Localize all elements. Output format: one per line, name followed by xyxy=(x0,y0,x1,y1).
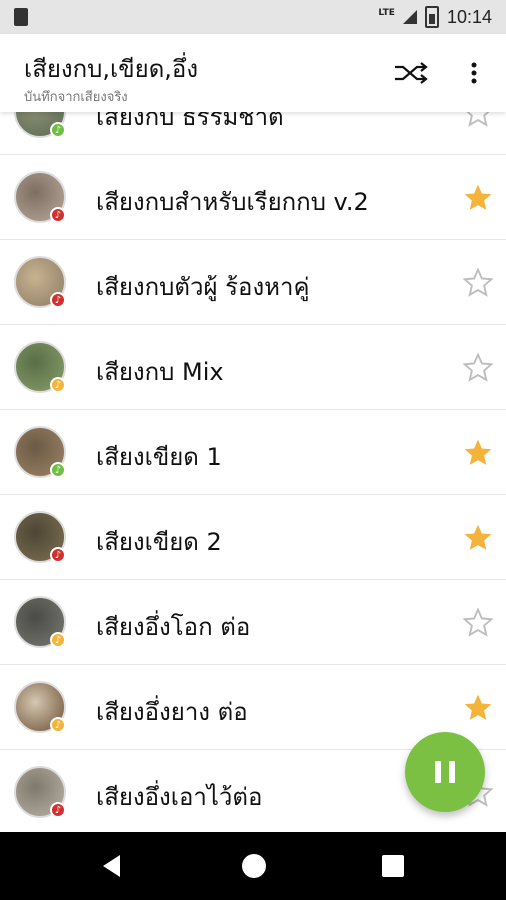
star-filled-icon[interactable] xyxy=(462,437,494,469)
shuffle-icon[interactable] xyxy=(393,59,429,87)
back-icon[interactable] xyxy=(103,855,120,877)
recent-apps-icon[interactable] xyxy=(382,855,404,877)
battery-icon xyxy=(424,6,439,28)
sound-list: ♪ เสียงกบ ธรรมชาติ ♪ เสียงกบสำหรับเรียกกบ v… xyxy=(0,112,506,832)
sound-list-items: ♪ เสียงกบ ธรรมชาติ ♪ เสียงกบสำหรับเรียกกบ v… xyxy=(0,112,506,832)
pause-button[interactable] xyxy=(405,732,485,812)
music-note-icon: ♪ xyxy=(50,717,66,733)
star-outline-icon[interactable] xyxy=(462,607,494,639)
music-note-icon: ♪ xyxy=(50,462,66,478)
navigation-bar xyxy=(0,832,506,900)
item-label: เสียงกบสำหรับเรียกกบ v.2 xyxy=(96,188,369,216)
item-label: เสียงเขียด 1 xyxy=(96,443,222,471)
music-note-icon: ♪ xyxy=(50,207,66,223)
item-label: เสียงกบ ธรรมชาติ xyxy=(96,112,284,131)
music-note-icon: ♪ xyxy=(50,632,66,648)
star-outline-icon[interactable] xyxy=(462,352,494,384)
list-item[interactable]: ♪ เสียงเขียด 1 xyxy=(0,410,506,495)
item-label: เสียงอึ่งโอก ต่อ xyxy=(96,613,251,641)
music-note-icon: ♪ xyxy=(50,802,66,818)
list-item[interactable]: ♪ เสียงกบ Mix xyxy=(0,325,506,410)
page-subtitle: บันทึกจากเสียงจริง xyxy=(24,90,128,105)
app-bar: เสียงกบ,เขียด,อึ่ง บันทึกจากเสียงจริง xyxy=(0,34,506,112)
star-outline-icon[interactable] xyxy=(462,112,494,129)
item-label: เสียงเขียด 2 xyxy=(96,528,222,556)
star-filled-icon[interactable] xyxy=(462,182,494,214)
item-label: เสียงกบ Mix xyxy=(96,358,224,386)
status-icons: LTE 10:14 xyxy=(378,5,492,29)
star-filled-icon[interactable] xyxy=(462,522,494,554)
list-item[interactable]: ♪ เสียงกบ ธรรมชาติ xyxy=(0,112,506,155)
item-label: เสียงอึ่งยาง ต่อ xyxy=(96,698,248,726)
list-item[interactable]: ♪ เสียงอึ่งโอก ต่อ xyxy=(0,580,506,665)
clock: 10:14 xyxy=(446,6,492,27)
list-item[interactable]: ♪ เสียงกบสำหรับเรียกกบ v.2 xyxy=(0,155,506,240)
music-note-icon: ♪ xyxy=(50,122,66,138)
music-note-icon: ♪ xyxy=(50,547,66,563)
music-note-icon: ♪ xyxy=(50,292,66,308)
sd-card-icon xyxy=(14,8,28,26)
item-label: เสียงอึ่งเอาไว้ต่อ xyxy=(96,783,263,811)
star-outline-icon[interactable] xyxy=(462,267,494,299)
signal-icon xyxy=(402,10,417,24)
star-filled-icon[interactable] xyxy=(462,692,494,724)
home-icon[interactable] xyxy=(242,854,266,878)
music-note-icon: ♪ xyxy=(50,377,66,393)
list-item[interactable]: ♪ เสียงกบตัวผู้ ร้องหาคู่ xyxy=(0,240,506,325)
page-title: เสียงกบ,เขียด,อึ่ง xyxy=(24,55,199,83)
pause-icon xyxy=(435,761,455,783)
status-bar: LTE 10:14 xyxy=(0,0,506,34)
more-options-icon[interactable] xyxy=(462,59,486,87)
list-item[interactable]: ♪ เสียงเขียด 2 xyxy=(0,495,506,580)
item-label: เสียงกบตัวผู้ ร้องหาคู่ xyxy=(96,273,310,301)
lte-label: LTE xyxy=(378,8,395,18)
